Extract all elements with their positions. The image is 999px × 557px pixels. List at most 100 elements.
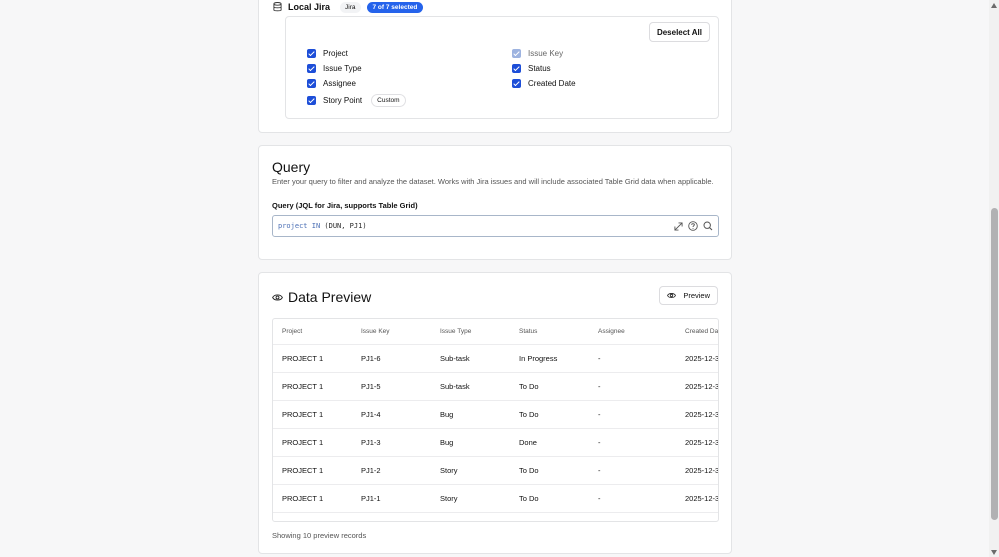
table-cell: -	[598, 354, 601, 363]
column-header: Created Date	[685, 328, 719, 335]
table-cell: Story	[440, 494, 458, 503]
data-preview-card: Data Preview Preview Project Issue Key I…	[258, 272, 732, 554]
preview-record-count: Showing 10 preview records	[272, 531, 367, 540]
query-input-icons	[673, 220, 713, 232]
field-status[interactable]: Status	[512, 64, 551, 73]
column-header: Issue Type	[440, 328, 472, 335]
table-cell: To Do	[519, 466, 539, 475]
source-type-tag: Jira	[340, 1, 361, 13]
checkbox[interactable]	[307, 64, 316, 73]
query-label: Query (JQL for Jira, supports Table Grid…	[272, 201, 418, 210]
table-header-row: Project Issue Key Issue Type Status Assi…	[273, 319, 719, 345]
field-assignee[interactable]: Assignee	[307, 79, 356, 88]
query-input[interactable]: project IN (DUN, PJ1)	[272, 215, 719, 237]
table-row: PROJECT 1 PJ1-1 Story To Do - 2025-12-3	[273, 485, 719, 513]
table-cell: Bug	[440, 438, 454, 447]
field-selection-card: Local Jira Jira 7 of 7 selected Deselect…	[258, 0, 732, 133]
field-label: Issue Type	[323, 64, 362, 73]
query-description: Enter your query to filter and analyze t…	[272, 177, 714, 186]
column-header: Status	[519, 328, 538, 335]
query-code: project IN (DUN, PJ1)	[278, 222, 367, 230]
table-cell: 2025-12-3	[685, 438, 719, 447]
table-cell: Done	[519, 438, 537, 447]
selected-count-badge: 7 of 7 selected	[366, 1, 424, 13]
checkbox[interactable]	[512, 79, 521, 88]
field-label: Assignee	[323, 79, 356, 88]
table-cell: PROJECT 1	[282, 382, 324, 391]
table-cell: 2025-12-3	[685, 466, 719, 475]
field-issue-key: Issue Key	[512, 49, 563, 58]
table-cell: PJ1-2	[361, 466, 381, 475]
table-cell: Sub-task	[440, 354, 470, 363]
scroll-down-arrow[interactable]	[991, 550, 997, 555]
table-cell: In Progress	[519, 354, 558, 363]
table-cell: -	[598, 410, 601, 419]
field-label: Created Date	[528, 79, 576, 88]
table-cell: To Do	[519, 410, 539, 419]
scrollbar-thumb[interactable]	[991, 208, 998, 520]
table-cell: To Do	[519, 382, 539, 391]
table-row: PROJECT 1 PJ1-2 Story To Do - 2025-12-3	[273, 457, 719, 485]
table-cell: PJ1-3	[361, 438, 381, 447]
field-issue-type[interactable]: Issue Type	[307, 64, 362, 73]
expand-icon[interactable]	[673, 220, 683, 232]
field-created-date[interactable]: Created Date	[512, 79, 576, 88]
eye-icon	[272, 294, 283, 300]
database-icon	[273, 2, 282, 12]
table-cell: PJ1-4	[361, 410, 381, 419]
checkbox[interactable]	[307, 96, 316, 105]
table-row: PROJECT 1 PJ1-6 Sub-task In Progress - 2025-1…	[273, 345, 719, 373]
table-cell: PROJECT 1	[282, 410, 324, 419]
table-cell: PROJECT 1	[282, 354, 324, 363]
column-header: Assignee	[598, 328, 625, 335]
search-icon[interactable]	[703, 220, 713, 232]
table-cell: Bug	[440, 410, 454, 419]
field-list-box: Deselect All Project Issue Type Assignee…	[285, 16, 719, 119]
table-cell: Sub-task	[440, 382, 470, 391]
table-cell: PROJECT 1	[282, 438, 324, 447]
deselect-all-button[interactable]: Deselect All	[648, 22, 710, 42]
checkbox[interactable]	[512, 64, 521, 73]
query-card: Query Enter your query to filter and ana…	[258, 145, 732, 260]
table-cell: PROJECT 1	[282, 494, 324, 503]
table-cell: PJ1-5	[361, 382, 381, 391]
table-cell: 2025-12-3	[685, 382, 719, 391]
table-cell: -	[598, 466, 601, 475]
custom-tag: Custom	[371, 94, 406, 107]
table-cell: -	[598, 438, 601, 447]
preview-table: Project Issue Key Issue Type Status Assi…	[272, 318, 719, 522]
table-cell: 2025-12-3	[685, 354, 719, 363]
checkbox[interactable]	[307, 49, 316, 58]
table-cell: PJ1-6	[361, 354, 381, 363]
field-label: Story Point	[323, 96, 363, 105]
query-title: Query	[272, 159, 311, 175]
page-scrollbar[interactable]	[989, 0, 999, 557]
column-header: Issue Key	[361, 328, 390, 335]
table-cell: 2025-12-3	[685, 494, 719, 503]
field-label: Status	[528, 64, 551, 73]
table-cell: 2025-12-3	[685, 410, 719, 419]
checkbox[interactable]	[307, 79, 316, 88]
table-row: PROJECT 1 PJ1-5 Sub-task To Do - 2025-12-3	[273, 373, 719, 401]
field-label: Project	[323, 49, 348, 58]
table-cell: -	[598, 494, 601, 503]
table-cell: To Do	[519, 494, 539, 503]
scroll-up-arrow[interactable]	[991, 3, 997, 8]
source-header: Local Jira Jira 7 of 7 selected	[273, 1, 424, 13]
data-preview-title: Data Preview	[288, 289, 372, 305]
table-row: PROJECT 1 PJ1-3 Bug Done - 2025-12-3	[273, 429, 719, 457]
field-story-point[interactable]: Story Point Custom	[307, 94, 406, 107]
preview-button[interactable]: Preview	[659, 286, 718, 305]
table-cell: -	[598, 382, 601, 391]
data-preview-header: Data Preview	[272, 289, 371, 305]
table-cell: PJ1-1	[361, 494, 381, 503]
column-header: Project	[282, 328, 303, 335]
field-label: Issue Key	[528, 49, 564, 58]
preview-button-label: Preview	[683, 291, 710, 300]
help-icon[interactable]	[688, 220, 698, 232]
table-cell: Story	[440, 466, 458, 475]
source-name: Local Jira	[288, 2, 331, 12]
eye-icon	[667, 293, 677, 298]
field-project[interactable]: Project	[307, 49, 348, 58]
table-cell: PROJECT 1	[282, 466, 324, 475]
